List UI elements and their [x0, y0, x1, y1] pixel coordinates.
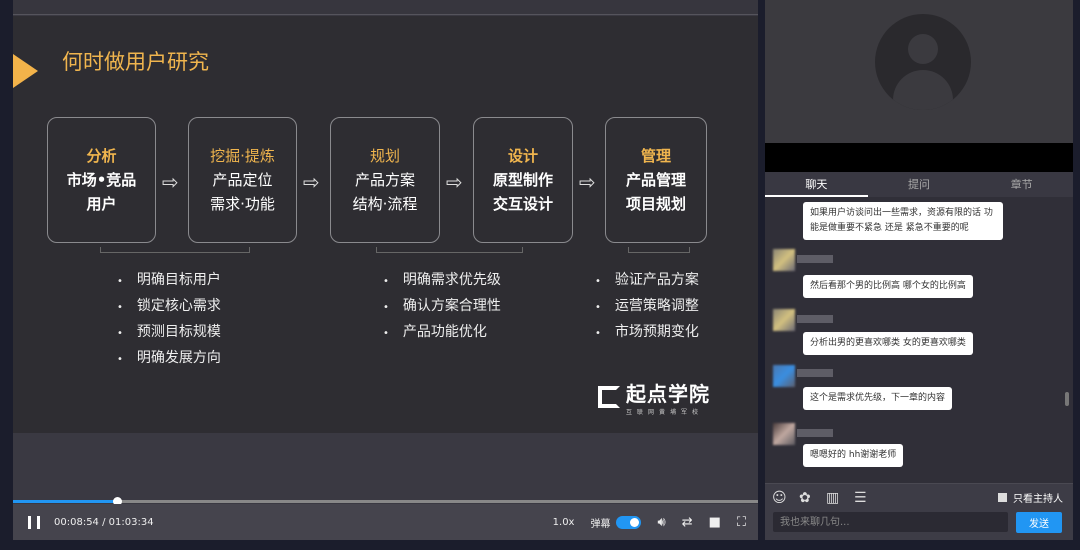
bullet: 明确目标用户	[117, 268, 221, 294]
bullet: 验证产品方案	[595, 268, 699, 294]
title-triangle-icon	[13, 54, 38, 88]
bullet-list-2: 明确需求优先级确认方案合理性产品功能优化	[383, 268, 501, 346]
avatar-placeholder-icon	[875, 14, 971, 110]
gift-icon[interactable]: ▥	[826, 490, 839, 506]
stage-line: 产品方案	[354, 171, 415, 189]
slide-title: 何时做用户研究	[62, 50, 209, 74]
logo: 起点学院互联网黄埔军校	[598, 378, 710, 416]
teacher-video	[765, 0, 1073, 143]
stage-line: 用户	[86, 195, 117, 213]
stage-head: 设计	[507, 147, 538, 165]
camera-icon[interactable]: ■	[709, 515, 721, 530]
bullet: 确认方案合理性	[383, 294, 501, 320]
tab-chat[interactable]: 聊天	[765, 172, 868, 197]
bullet: 预测目标规模	[117, 320, 221, 346]
stage-line: 项目规划	[625, 195, 686, 213]
side-tabs: 聊天 提问 章节	[765, 172, 1073, 197]
only-host-label: 只看主持人	[1013, 494, 1063, 505]
slide: 何时做用户研究 分析市场•竞品用户 ⇨ 挖掘·提炼产品定位需求·功能 ⇨ 规划产…	[13, 16, 758, 433]
chat-message: 这个是需求优先级，下一章的内容	[803, 387, 953, 410]
chat-message: 嗯嗯好的 hh谢谢老师	[803, 444, 904, 467]
chat-message: 分析出男的更喜欢哪类 女的更喜欢哪类	[803, 332, 973, 355]
username-blurred	[797, 315, 833, 323]
stage-box-analysis: 分析市场•竞品用户	[47, 117, 156, 243]
notes-icon[interactable]: ☰	[854, 490, 867, 506]
username-blurred	[797, 429, 833, 437]
logo-subtitle: 互联网黄埔军校	[626, 409, 704, 416]
bullet: 明确需求优先级	[383, 268, 501, 294]
arrow-right-icon: ⇨	[446, 170, 463, 194]
checkbox[interactable]	[998, 493, 1007, 502]
logo-mark-icon	[598, 386, 620, 408]
time-display: 00:08:54 / 01:03:34	[54, 516, 154, 528]
bullet-list-1: 明确目标用户锁定核心需求预测目标规模明确发展方向	[117, 268, 221, 372]
stage-head: 规划	[369, 147, 400, 165]
danmaku-toggle[interactable]	[616, 515, 642, 529]
bullet: 产品功能优化	[383, 320, 501, 346]
player-top-bar	[13, 0, 758, 15]
emoji-icon[interactable]: ☺	[772, 490, 787, 506]
progress-bar[interactable]	[13, 497, 758, 506]
bullet: 明确发展方向	[117, 346, 221, 372]
speed-button[interactable]: 1.0x	[553, 517, 575, 528]
stage-line: 交互设计	[492, 195, 553, 213]
stage-box-mining: 挖掘·提炼产品定位需求·功能	[188, 117, 297, 243]
bullet-list-3: 验证产品方案运营策略调整市场预期变化	[595, 268, 699, 346]
stage-box-design: 设计原型制作交互设计	[473, 117, 573, 243]
arrow-right-icon: ⇨	[303, 170, 320, 194]
volume-icon[interactable]: 🔊︎	[657, 515, 665, 530]
stage-line: 产品定位	[212, 171, 273, 189]
chat-toolbar: ☺ ✿ ▥ ☰ 只看主持人 发送	[765, 483, 1073, 540]
danmaku-label: 弹幕	[590, 518, 611, 530]
logo-name: 起点学院	[626, 382, 710, 406]
avatar	[773, 309, 795, 331]
brace	[376, 247, 523, 253]
avatar	[773, 249, 795, 271]
stage-line: 原型制作	[492, 171, 553, 189]
progress-fill	[13, 500, 118, 503]
player-controls: 00:08:54 / 01:03:34 1.0x 弹幕 🔊︎ ⇄ ■ ⛶	[13, 504, 758, 540]
chat-list[interactable]: 如果用户访谈问出一些需求，资源有限的话 功能是做重要不紧急 还是 紧急不重要的呢…	[765, 197, 1073, 483]
video-player: 何时做用户研究 分析市场•竞品用户 ⇨ 挖掘·提炼产品定位需求·功能 ⇨ 规划产…	[13, 0, 758, 540]
stage-line: 产品管理	[625, 171, 686, 189]
stage-box-planning: 规划产品方案结构·流程	[330, 117, 440, 243]
only-host-checkbox[interactable]: 只看主持人	[998, 490, 1063, 505]
video-letterbox	[765, 143, 1073, 172]
username-blurred	[797, 369, 833, 377]
bullet: 锁定核心需求	[117, 294, 221, 320]
pause-button[interactable]	[28, 515, 40, 529]
send-button[interactable]: 发送	[1016, 512, 1062, 533]
bullet: 市场预期变化	[595, 320, 699, 346]
stage-head: 分析	[86, 147, 117, 165]
tab-questions[interactable]: 提问	[868, 172, 971, 197]
tab-chapters[interactable]: 章节	[970, 172, 1073, 197]
switch-icon[interactable]: ⇄	[682, 515, 693, 530]
stage-line: 市场•竞品	[66, 171, 137, 189]
username-blurred	[797, 255, 833, 263]
arrow-right-icon: ⇨	[162, 170, 179, 194]
avatar	[773, 365, 795, 387]
stage-line: 结构·流程	[352, 195, 418, 213]
stage-line: 需求·功能	[210, 195, 275, 213]
avatar	[773, 423, 795, 445]
chat-message: 然后看那个男的比例高 哪个女的比例高	[803, 275, 973, 298]
stage-box-management: 管理产品管理项目规划	[605, 117, 707, 243]
chat-scrollbar[interactable]	[1065, 392, 1069, 406]
bullet: 运营策略调整	[595, 294, 699, 320]
brace	[628, 247, 690, 253]
stage-head: 挖掘·提炼	[210, 147, 275, 165]
stage-head: 管理	[640, 147, 671, 165]
chat-input[interactable]	[773, 512, 1008, 532]
flower-icon[interactable]: ✿	[799, 490, 811, 506]
side-panel: 聊天 提问 章节 如果用户访谈问出一些需求，资源有限的话 功能是做重要不紧急 还…	[765, 0, 1073, 540]
arrow-right-icon: ⇨	[579, 170, 596, 194]
chat-message: 如果用户访谈问出一些需求，资源有限的话 功能是做重要不紧急 还是 紧急不重要的呢	[803, 202, 1003, 240]
brace	[100, 247, 250, 253]
fullscreen-icon[interactable]: ⛶	[737, 515, 746, 530]
